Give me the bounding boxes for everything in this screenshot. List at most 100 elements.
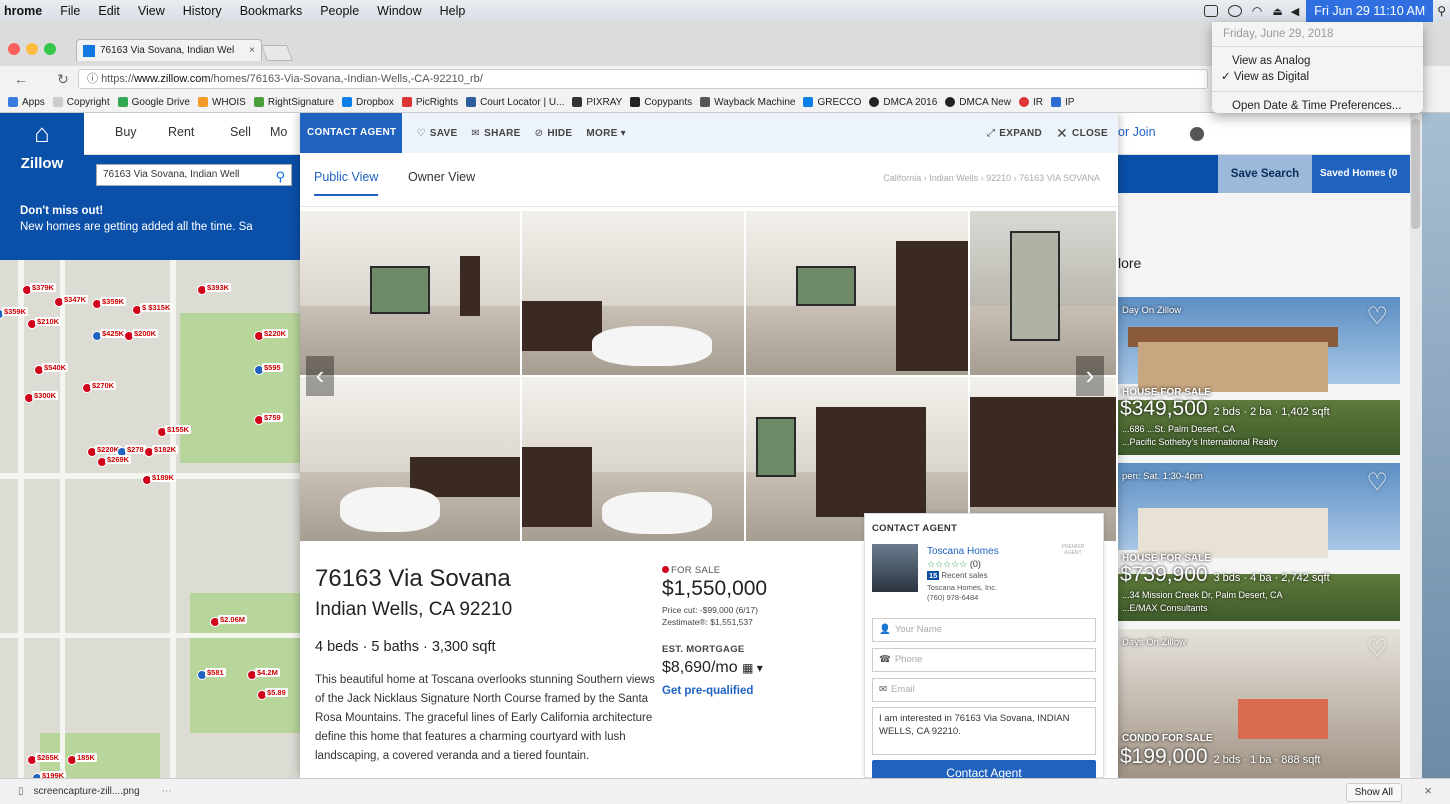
menu-view[interactable]: View: [129, 4, 174, 18]
map-price-label[interactable]: $155K: [165, 425, 192, 434]
map-price-label[interactable]: $269K: [105, 455, 132, 464]
map-price-label[interactable]: $393K: [205, 283, 232, 292]
agent-name[interactable]: Toscana Homes: [927, 546, 999, 557]
menu-window[interactable]: Window: [368, 4, 430, 18]
map-price-label[interactable]: $581: [205, 668, 226, 677]
map-price-label[interactable]: $182K: [152, 445, 179, 454]
bookmark-court-locator[interactable]: Court Locator | U...: [466, 97, 564, 108]
vertical-scrollbar[interactable]: [1410, 113, 1450, 778]
nav-sell[interactable]: Sell: [230, 125, 251, 139]
map-price-label[interactable]: $359K: [2, 307, 29, 316]
map-price-label[interactable]: $200K: [132, 329, 159, 338]
listing-card[interactable]: Day On Zillow ♡ HOUSE FOR SALE $349,500 …: [1118, 297, 1400, 455]
photo[interactable]: [300, 377, 522, 543]
photo[interactable]: [746, 211, 970, 377]
view-analog-item[interactable]: View as Analog: [1212, 53, 1423, 69]
heart-icon[interactable]: ♡: [1366, 637, 1388, 661]
agent-photo[interactable]: [872, 544, 918, 592]
map-price-label[interactable]: $220K: [262, 329, 289, 338]
close-button[interactable]: ✕ CLOSE: [1056, 125, 1108, 142]
bookmark-dmca-2016[interactable]: DMCA 2016: [869, 97, 937, 108]
bookmark-wayback[interactable]: Wayback Machine: [700, 97, 795, 108]
map-price-label[interactable]: $ $315K: [140, 303, 173, 312]
date-preferences-item[interactable]: Open Date & Time Preferences...: [1212, 98, 1423, 114]
contact-agent-button[interactable]: CONTACT AGENT: [300, 113, 403, 153]
minimize-window-button[interactable]: [26, 43, 38, 55]
view-digital-item[interactable]: ✓ View as Digital: [1212, 69, 1423, 85]
close-download-bar-icon[interactable]: ×: [1424, 783, 1432, 798]
menu-edit[interactable]: Edit: [89, 4, 129, 18]
tab-public-view[interactable]: Public View: [314, 170, 379, 196]
photo[interactable]: [300, 211, 522, 377]
bookmark-apps[interactable]: Apps: [8, 97, 45, 108]
zillow-logo[interactable]: ⌂ Zillow: [0, 113, 84, 193]
heart-icon[interactable]: ♡: [1366, 471, 1388, 495]
listing-card[interactable]: Days On Zillow ♡ CONDO FOR SALE $199,000…: [1118, 629, 1400, 778]
expand-button[interactable]: ⤢ EXPAND: [987, 128, 1042, 139]
photo[interactable]: [970, 211, 1118, 377]
tab-owner-view[interactable]: Owner View: [408, 170, 475, 184]
nav-mortgages[interactable]: Mo: [270, 125, 287, 139]
show-all-button[interactable]: Show All: [1345, 783, 1402, 802]
map[interactable]: $379K $347K $359K $359K $ $315K $393K $210K $42…: [0, 193, 300, 778]
menu-file[interactable]: File: [51, 4, 89, 18]
download-options-icon[interactable]: ⋯: [162, 786, 172, 797]
nav-rent[interactable]: Rent: [168, 125, 194, 139]
menu-history[interactable]: History: [174, 4, 231, 18]
calculator-icon[interactable]: ▦ ▾: [742, 661, 763, 675]
photo-grid[interactable]: [300, 211, 1118, 543]
map-price-label[interactable]: $265K: [35, 753, 62, 762]
reload-icon[interactable]: ↻: [52, 71, 74, 88]
clock[interactable]: Fri Jun 29 11:10 AM: [1306, 0, 1434, 22]
map-price-label[interactable]: $2.06M: [218, 615, 248, 624]
map-price-label[interactable]: $300K: [32, 391, 59, 400]
bookmark-whois[interactable]: WHOIS: [197, 97, 246, 108]
url-info-icon[interactable]: ⓘ: [87, 73, 101, 85]
eject-icon[interactable]: ⏏: [1272, 5, 1282, 18]
map-price-label[interactable]: $425K: [100, 329, 127, 338]
map-price-label[interactable]: $595: [262, 363, 283, 372]
hide-button[interactable]: ⊘ HIDE: [535, 128, 573, 139]
agent-rating[interactable]: ☆☆☆☆☆ (0): [927, 559, 981, 570]
bookmark-dmca-new[interactable]: DMCA New: [945, 97, 1011, 108]
bookmark-copyright[interactable]: Copyright: [52, 97, 110, 108]
time-machine-icon[interactable]: [1227, 5, 1242, 17]
download-filename[interactable]: screencapture-zill....png: [34, 786, 140, 797]
bookmark-picrights[interactable]: PicRights: [401, 97, 458, 108]
creative-cloud-icon[interactable]: [1203, 5, 1218, 17]
bookmark-pixray[interactable]: PIXRAY: [572, 97, 622, 108]
map-price-label[interactable]: $210K: [35, 317, 62, 326]
saved-homes-button[interactable]: Saved Homes (0: [1312, 155, 1410, 193]
more-button[interactable]: MORE ▾: [586, 128, 630, 139]
url-field[interactable]: ⓘ https://www.zillow.com/homes/76163-Via…: [78, 69, 1208, 89]
photo-next-button[interactable]: ›: [1076, 356, 1104, 396]
search-input[interactable]: 76163 Via Sovana, Indian Well ⚲: [96, 164, 292, 186]
name-field[interactable]: 👤 Your Name: [872, 618, 1096, 642]
menu-bookmarks[interactable]: Bookmarks: [231, 4, 312, 18]
listing-card[interactable]: pen: Sat. 1:30-4pm ♡ HOUSE FOR SALE $739…: [1118, 463, 1400, 621]
nav-buy[interactable]: Buy: [115, 125, 137, 139]
volume-icon[interactable]: ◀: [1291, 5, 1299, 18]
map-price-label[interactable]: $359K: [100, 297, 127, 306]
email-field[interactable]: ✉ Email: [872, 678, 1096, 702]
map-price-label[interactable]: $540K: [42, 363, 69, 372]
app-menu[interactable]: hrome: [0, 4, 51, 18]
bookmark-rightsignature[interactable]: RightSignature: [253, 97, 334, 108]
close-window-button[interactable]: [8, 43, 20, 55]
join-link[interactable]: or Join: [1118, 125, 1156, 139]
phone-field[interactable]: ☎ Phone: [872, 648, 1096, 672]
breadcrumb[interactable]: California › Indian Wells › 92210 › 7616…: [883, 173, 1100, 183]
bookmark-ip[interactable]: IP: [1050, 97, 1074, 108]
share-button[interactable]: ✉ SHARE: [471, 128, 520, 139]
map-price-label[interactable]: 185K: [75, 753, 97, 762]
back-arrow-icon[interactable]: ←: [10, 71, 32, 87]
bookmark-google-drive[interactable]: Google Drive: [117, 97, 190, 108]
map-price-label[interactable]: $759: [262, 413, 283, 422]
get-prequalified-link[interactable]: Get pre-qualified: [662, 685, 753, 697]
map-price-label[interactable]: $4.2M: [255, 668, 280, 677]
menu-people[interactable]: People: [311, 4, 368, 18]
map-price-label[interactable]: $270K: [90, 381, 117, 390]
photo[interactable]: [522, 377, 746, 543]
help-icon[interactable]: [1190, 127, 1204, 141]
bookmark-grecco[interactable]: GRECCO: [803, 97, 861, 108]
